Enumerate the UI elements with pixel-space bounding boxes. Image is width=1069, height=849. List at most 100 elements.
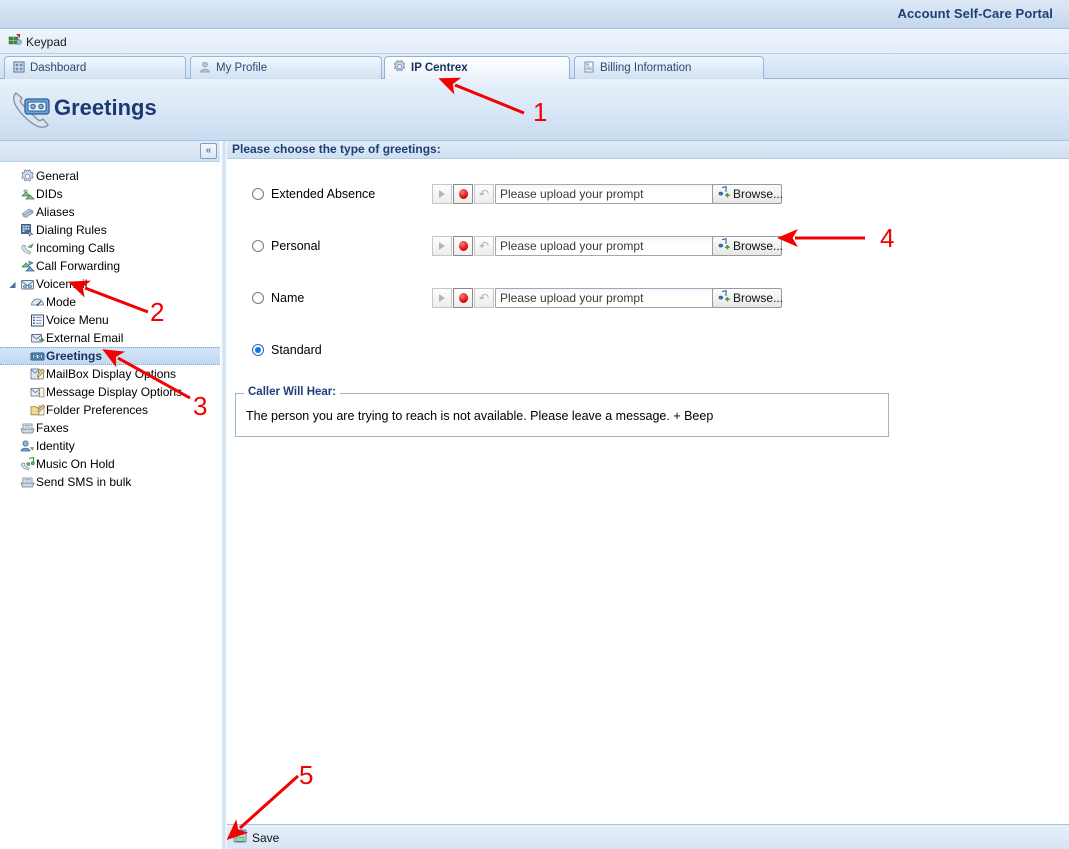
sidebar-item-folder-preferences[interactable]: Folder Preferences: [0, 401, 220, 419]
sidebar-item-mode[interactable]: Mode: [0, 293, 220, 311]
voice-menu-icon: [28, 313, 46, 328]
browse-button-name[interactable]: Browse...: [712, 288, 783, 308]
sidebar-item-label: General: [36, 169, 79, 183]
sidebar-item-label: Incoming Calls: [36, 241, 115, 255]
music-note-add-icon: [717, 290, 730, 306]
page-banner: Greetings: [0, 79, 1069, 141]
save-label: Save: [252, 830, 280, 845]
keypad-button[interactable]: Keypad: [4, 32, 71, 51]
sidebar-item-voice-menu[interactable]: Voice Menu: [0, 311, 220, 329]
caller-will-hear-fieldset: Caller Will Hear: The person you are try…: [235, 386, 889, 437]
play-icon[interactable]: [432, 236, 452, 256]
mailbox-display-icon: [28, 367, 46, 382]
audio-controls-name: ↶: [432, 288, 713, 308]
sidebar-item-label: DIDs: [36, 187, 63, 201]
sidebar-tree: General DIDs Aliases Dialing Rules Incoming …: [0, 167, 220, 491]
save-icon: [233, 829, 247, 846]
browse-button-personal[interactable]: Browse...: [712, 236, 783, 256]
radio-indicator[interactable]: [252, 240, 264, 252]
tab-dashboard[interactable]: Dashboard: [4, 56, 186, 79]
save-button[interactable]: Save: [233, 829, 279, 846]
gear-icon: [18, 168, 36, 184]
collapse-sidebar-button[interactable]: «: [200, 143, 217, 159]
sidebar-item-label: Message Display Options: [46, 385, 183, 399]
sidebar-item-voicemail[interactable]: ◢ Voicemail: [0, 275, 220, 293]
tab-my-profile[interactable]: My Profile: [190, 56, 382, 79]
audio-controls-personal: ↶: [432, 236, 713, 256]
identity-icon: [18, 439, 36, 454]
undo-icon[interactable]: ↶: [474, 184, 494, 204]
greeting-radio-standard[interactable]: Standard: [252, 343, 322, 357]
sidebar-item-incoming-calls[interactable]: Incoming Calls: [0, 239, 220, 257]
sidebar-item-label: Voicemail: [36, 277, 88, 291]
sidebar-item-label: Dialing Rules: [36, 223, 107, 237]
sidebar-item-dids[interactable]: DIDs: [0, 185, 220, 203]
greetings-icon: [28, 349, 46, 364]
tab-my-profile-label: My Profile: [216, 62, 268, 74]
tab-billing-information-label: Billing Information: [600, 62, 692, 74]
prompt-input-extended-absence[interactable]: [495, 184, 713, 204]
keypad-bar: Keypad: [0, 29, 1069, 54]
phone-cassette-icon: [8, 87, 54, 136]
caller-will-hear-legend: Caller Will Hear:: [244, 386, 341, 398]
prompt-input-personal[interactable]: [495, 236, 713, 256]
music-note-add-icon: [717, 238, 730, 254]
sidebar-item-label: Voice Menu: [46, 313, 109, 327]
record-icon[interactable]: [453, 288, 473, 308]
aliases-icon: [18, 205, 36, 220]
sidebar-item-general[interactable]: General: [0, 167, 220, 185]
record-icon[interactable]: [453, 184, 473, 204]
content-header: Please choose the type of greetings:: [227, 141, 1069, 159]
tab-ip-centrex-label: IP Centrex: [411, 62, 468, 74]
external-email-icon: [28, 331, 46, 346]
play-icon[interactable]: [432, 184, 452, 204]
sidebar-item-label: Identity: [36, 439, 75, 453]
sidebar-item-music-on-hold[interactable]: Music On Hold: [0, 455, 220, 473]
choose-greeting-label: Please choose the type of greetings:: [232, 142, 441, 156]
undo-icon[interactable]: ↶: [474, 236, 494, 256]
tree-expand-icon[interactable]: ◢: [7, 280, 18, 289]
undo-icon[interactable]: ↶: [474, 288, 494, 308]
caller-will-hear-text: The person you are trying to reach is no…: [246, 409, 714, 423]
send-sms-icon: [18, 475, 36, 490]
prompt-input-name[interactable]: [495, 288, 713, 308]
greeting-row-standard: Standard: [227, 335, 1069, 387]
sidebar-item-mailbox-display-options[interactable]: MailBox Display Options: [0, 365, 220, 383]
sidebar-item-greetings[interactable]: Greetings: [0, 347, 220, 365]
radio-indicator[interactable]: [252, 344, 264, 356]
tab-billing-information[interactable]: Billing Information: [574, 56, 764, 79]
mode-icon: [28, 295, 46, 310]
sidebar-item-identity[interactable]: Identity: [0, 437, 220, 455]
tab-ip-centrex[interactable]: IP Centrex: [384, 56, 570, 79]
browse-button-extended-absence[interactable]: Browse...: [712, 184, 784, 204]
radio-indicator[interactable]: [252, 188, 264, 200]
sidebar: « General DIDs Aliases Dialing Rules Incomin…: [0, 141, 220, 849]
sidebar-item-aliases[interactable]: Aliases: [0, 203, 220, 221]
sidebar-splitter[interactable]: [220, 141, 227, 849]
fax-icon: [18, 421, 36, 436]
page-title: Account Self-Care Portal: [897, 6, 1053, 21]
sidebar-item-external-email[interactable]: External Email: [0, 329, 220, 347]
sidebar-item-call-forwarding[interactable]: Call Forwarding: [0, 257, 220, 275]
radio-indicator[interactable]: [252, 292, 264, 304]
record-icon[interactable]: [453, 236, 473, 256]
play-icon[interactable]: [432, 288, 452, 308]
browse-label: Browse...: [733, 187, 784, 201]
music-on-hold-icon: [18, 456, 36, 472]
sidebar-item-message-display-options[interactable]: Message Display Options: [0, 383, 220, 401]
greeting-label: Personal: [271, 239, 321, 253]
keypad-label: Keypad: [26, 34, 67, 49]
greeting-radio-extended-absence[interactable]: Extended Absence: [252, 187, 375, 201]
greeting-radio-name[interactable]: Name: [252, 291, 304, 305]
dashboard-icon: [13, 61, 25, 76]
sidebar-item-faxes[interactable]: Faxes: [0, 419, 220, 437]
sidebar-item-send-sms-in-bulk[interactable]: Send SMS in bulk: [0, 473, 220, 491]
sidebar-item-label: Mode: [46, 295, 77, 309]
greetings-options-list: Extended Absence ↶ Browse... Personal ↶ Brows…: [227, 179, 1069, 387]
sidebar-item-label: Faxes: [36, 421, 69, 435]
save-bar: Save: [227, 824, 1069, 849]
sidebar-item-dialing-rules[interactable]: Dialing Rules: [0, 221, 220, 239]
app-root: Account Self-Care Portal Keypad Dashboar…: [0, 0, 1069, 849]
greeting-radio-personal[interactable]: Personal: [252, 239, 320, 253]
greeting-label: Extended Absence: [271, 187, 376, 201]
